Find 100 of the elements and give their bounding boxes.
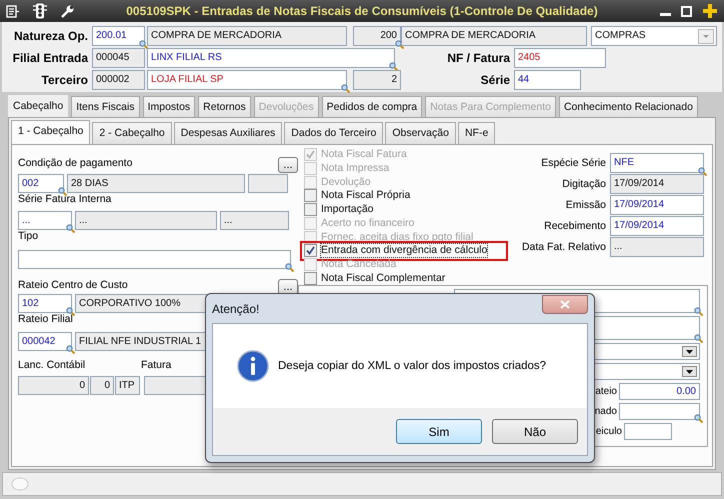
dialog-title: Atenção! xyxy=(212,302,260,316)
wrench-icon[interactable] xyxy=(60,4,75,18)
checkbox-label: Nota Fiscal Fatura xyxy=(321,148,407,162)
field-label: Filial Entrada xyxy=(12,50,90,64)
tab[interactable]: 2 - Cabeçalho xyxy=(92,122,172,144)
dialog-button[interactable]: Sim xyxy=(396,419,482,444)
checkbox[interactable] xyxy=(304,189,317,202)
field-label: NF / Fatura xyxy=(446,50,512,64)
checkbox-label: Devolução xyxy=(321,176,371,189)
info-icon xyxy=(237,350,269,382)
tab[interactable]: Observação xyxy=(385,122,456,144)
tab[interactable]: Conhecimento Relacionado xyxy=(558,96,698,117)
checkbox[interactable] xyxy=(304,272,317,285)
field-label: Série xyxy=(480,72,511,86)
list-icon[interactable] xyxy=(6,4,20,18)
input-field[interactable]: 0.00 xyxy=(619,383,700,400)
input-field[interactable]: 17/09/2014 xyxy=(610,174,704,194)
input-field[interactable]: 17/09/2014 xyxy=(610,195,704,215)
input-field[interactable]: 000002 xyxy=(92,70,145,90)
tab[interactable]: Despesas Auxiliares xyxy=(174,122,282,144)
tab[interactable]: Cabeçalho xyxy=(8,95,68,117)
field-label: Tipo xyxy=(18,230,38,242)
field-label: Fatura xyxy=(141,359,172,371)
search-icon[interactable] xyxy=(341,84,350,92)
tab[interactable]: Impostos xyxy=(142,96,196,117)
field-label: Emissão xyxy=(564,199,607,211)
checkbox[interactable] xyxy=(304,244,317,258)
search-icon[interactable] xyxy=(139,40,148,48)
input-field[interactable]: 2405 xyxy=(514,48,606,68)
field-label: Rateio Centro de Custo xyxy=(18,279,128,291)
checkbox-label: Entrada com divergência de cálculo xyxy=(321,244,488,258)
dropdown[interactable]: COMPRAS xyxy=(591,26,717,46)
search-icon[interactable] xyxy=(58,187,67,196)
input-field[interactable] xyxy=(624,423,672,440)
checkbox-label: Nota Fiscal Própria xyxy=(321,189,410,202)
close-button[interactable] xyxy=(542,294,588,314)
field-label: nado xyxy=(594,406,618,417)
search-icon[interactable] xyxy=(66,307,75,316)
field-label: Série Fatura Interna xyxy=(18,193,112,205)
plus-icon[interactable] xyxy=(702,3,718,19)
input-field[interactable] xyxy=(248,174,288,193)
input-field[interactable]: ITP xyxy=(115,376,140,395)
tab[interactable]: 1 - Cabeçalho xyxy=(11,120,90,144)
field-label: Rateio Filial xyxy=(18,313,73,325)
maximize-icon[interactable] xyxy=(681,6,692,16)
search-icon[interactable] xyxy=(694,334,703,343)
field-label: Condição de pagamento xyxy=(18,157,132,169)
field-label: Natureza Op. xyxy=(12,28,89,42)
input-field[interactable]: COMPRA DE MERCADORIA xyxy=(401,26,587,46)
input-field[interactable]: NFE xyxy=(610,153,704,173)
checkbox-label: Nota Impressa xyxy=(321,162,390,176)
search-icon[interactable] xyxy=(285,263,294,272)
dialog-message: Deseja copiar do XML o valor dos impostos criados? xyxy=(278,360,546,372)
field-label: Recebimento xyxy=(543,220,607,232)
tab[interactable]: Dados do Terceiro xyxy=(284,122,384,144)
search-icon[interactable] xyxy=(395,40,404,48)
search-icon[interactable] xyxy=(694,414,703,423)
input-field[interactable]: 17/09/2014 xyxy=(610,216,704,236)
input-field[interactable]: COMPRA DE MERCADORIA xyxy=(147,26,347,46)
field-label: Data Fat. Relativo xyxy=(520,241,607,253)
search-icon[interactable] xyxy=(66,224,75,233)
input-field[interactable] xyxy=(619,403,700,420)
tab[interactable]: Retornos xyxy=(198,96,251,117)
search-icon[interactable] xyxy=(698,167,707,176)
window-title: 005109SPK - Entradas de Notas Fiscais de Consumíveis (1-Controle De Qualidade) xyxy=(125,4,599,18)
checkbox-label: Nota Fiscal Complementar xyxy=(321,272,446,285)
input-field[interactable]: 102 xyxy=(18,294,72,313)
ellipsis-button[interactable]: ... xyxy=(278,157,298,173)
status-light-icon xyxy=(11,477,29,491)
input-field[interactable]: 000042 xyxy=(18,332,72,351)
checkbox-label: Acerto no financeiro xyxy=(321,216,414,230)
field-label: Digitação xyxy=(561,178,607,190)
tab[interactable]: Pedidos de compra xyxy=(322,96,422,117)
search-icon[interactable] xyxy=(694,307,703,316)
tab[interactable]: NF-e xyxy=(458,122,496,144)
checkbox[interactable] xyxy=(304,203,317,216)
input-field[interactable]: 28 DIAS xyxy=(67,174,245,193)
input-field[interactable]: 002 xyxy=(18,174,64,193)
field-label: eiculo xyxy=(596,426,623,437)
field-label: ateio xyxy=(595,386,618,397)
input-field[interactable]: ... xyxy=(610,237,704,257)
input-field[interactable]: 000045 xyxy=(92,48,145,68)
input-field[interactable]: 0 xyxy=(18,376,89,395)
input-field[interactable]: 0 xyxy=(90,376,114,395)
input-field[interactable]: ... xyxy=(75,211,217,230)
tab[interactable]: Itens Fiscais xyxy=(71,96,140,117)
field-label: Lanc. Contábil xyxy=(18,359,86,371)
input-field[interactable]: LINX FILIAL RS xyxy=(147,48,395,68)
field-label: Espécie Série xyxy=(540,157,607,169)
input-field[interactable]: 44 xyxy=(514,70,581,90)
dialog-button[interactable]: Não xyxy=(492,419,578,444)
search-icon[interactable] xyxy=(66,345,75,354)
traffic-light-icon[interactable] xyxy=(32,3,48,19)
input-field[interactable] xyxy=(18,250,291,269)
search-icon[interactable] xyxy=(389,62,398,70)
checkbox-label: Nota Cancelada xyxy=(321,258,396,271)
field-label: Terceiro xyxy=(40,72,89,86)
input-field[interactable]: 2 xyxy=(353,70,401,90)
input-field[interactable]: ... xyxy=(220,211,289,230)
input-field[interactable]: ... xyxy=(18,211,72,230)
